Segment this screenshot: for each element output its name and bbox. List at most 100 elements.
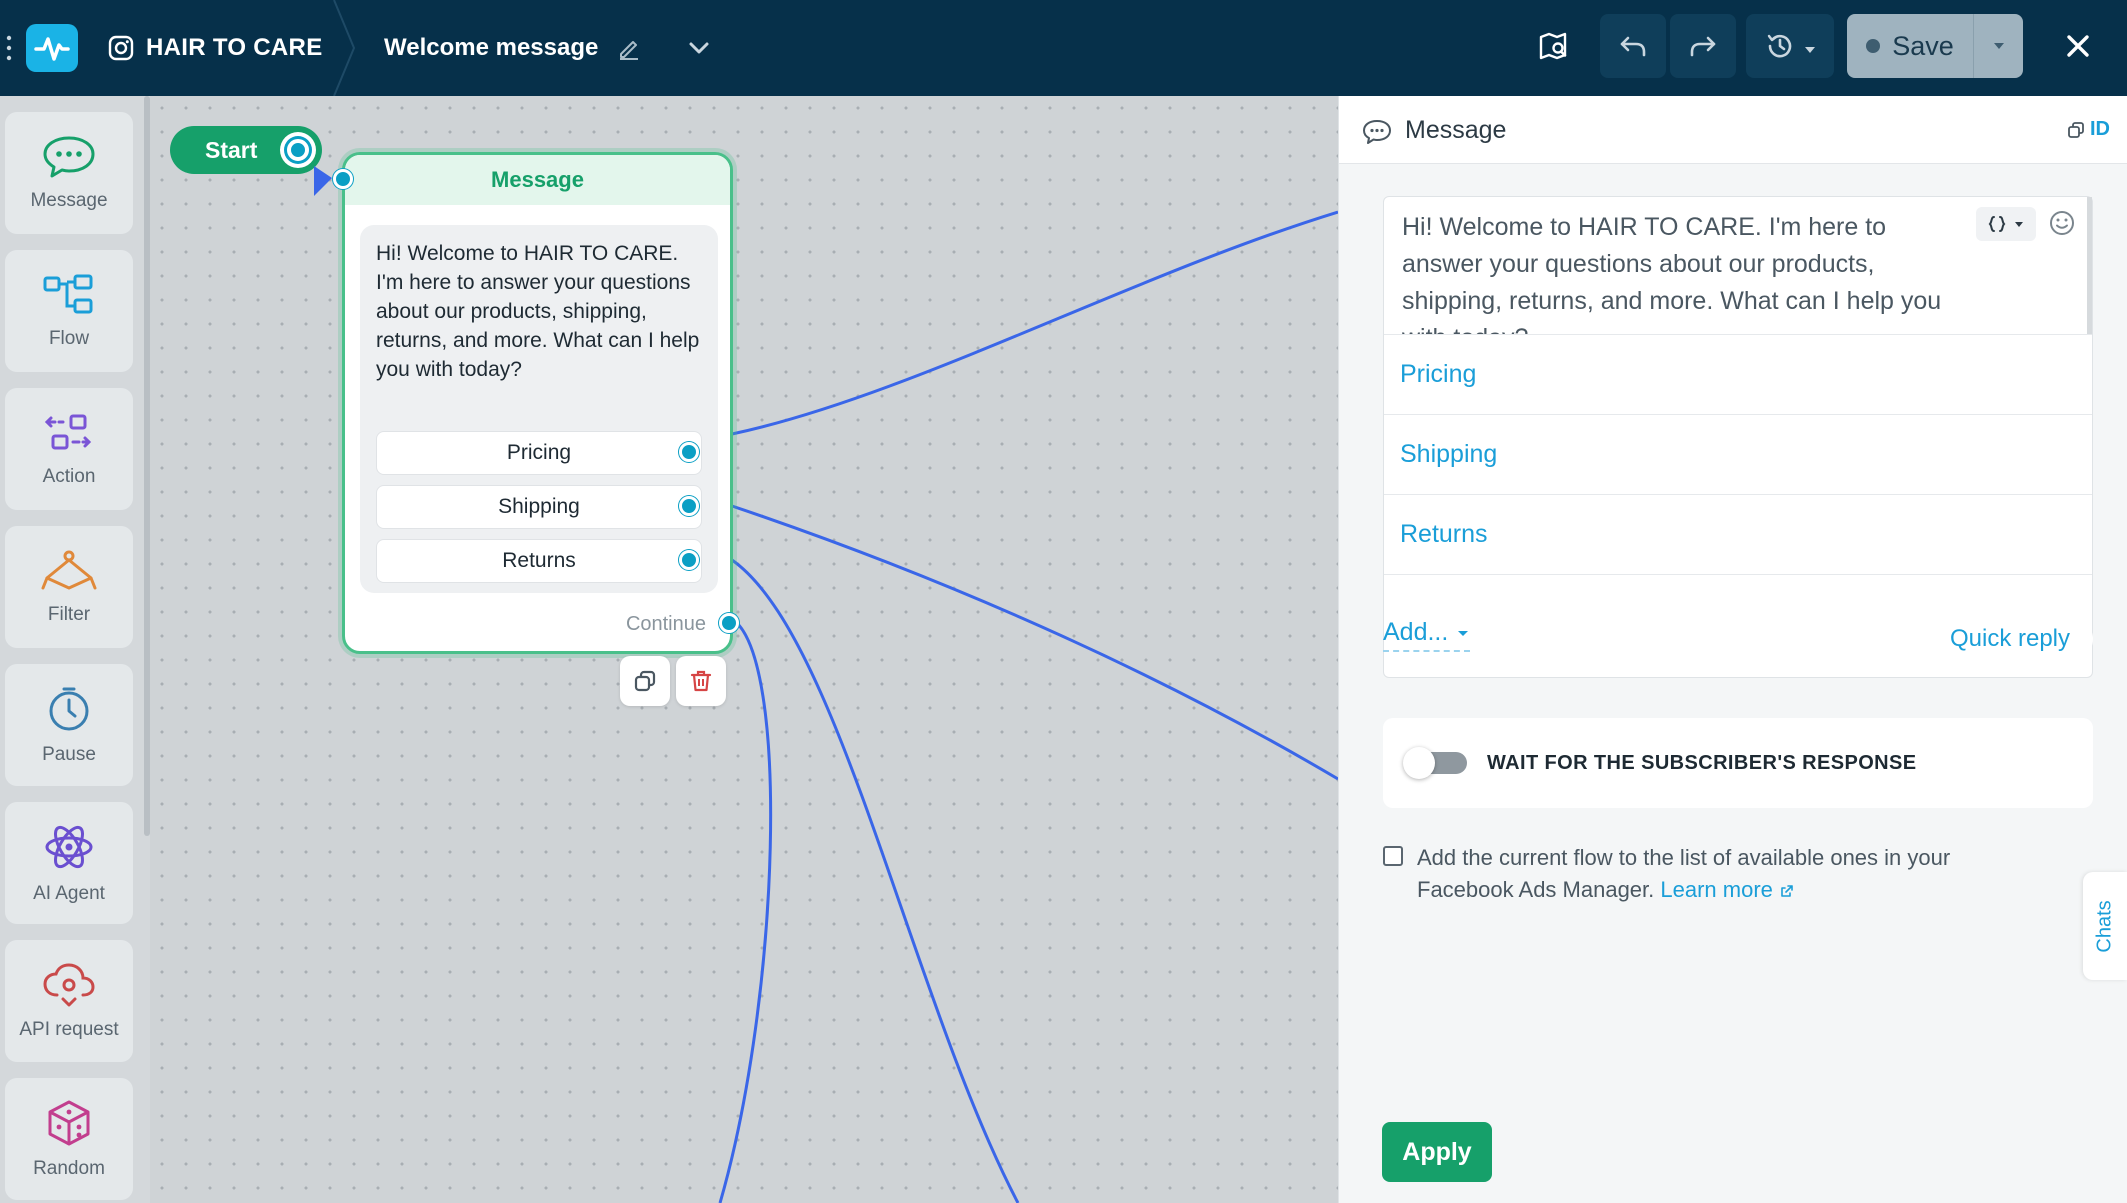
delete-node-button[interactable] [676, 656, 726, 706]
quick-reply-returns[interactable]: Returns [376, 539, 702, 583]
tool-message[interactable]: Message [5, 112, 133, 234]
tool-label: Pause [42, 744, 96, 765]
redo-button[interactable] [1670, 14, 1736, 78]
connector-lines [718, 210, 1338, 1203]
clock-icon [49, 687, 89, 731]
quick-reply-label: Pricing [506, 441, 572, 464]
action-icon [44, 414, 92, 450]
tool-label: Action [42, 466, 96, 487]
quick-reply-pricing[interactable]: Pricing [376, 431, 702, 475]
connector-line [731, 558, 1020, 1203]
connector-line [731, 504, 1338, 781]
duplicate-node-button[interactable] [620, 656, 670, 706]
trash-icon [690, 670, 712, 692]
editor-scrollbar[interactable] [2087, 197, 2092, 334]
filter-icon [41, 550, 97, 590]
undo-icon [1620, 36, 1646, 57]
ai-agent-icon [45, 825, 93, 869]
panel-header: Message ID [1339, 96, 2127, 164]
start-link-arrow [314, 166, 332, 196]
save-options-button[interactable] [1973, 14, 2023, 78]
message-node-body: Hi! Welcome to HAIR TO CARE. I'm here to… [360, 225, 718, 593]
tool-label: Message [30, 190, 108, 211]
facebook-ads-option: Add the current flow to the list of avai… [1383, 842, 2043, 906]
tool-action[interactable]: Action [5, 388, 133, 510]
tool-random[interactable]: Random [5, 1078, 133, 1200]
wait-response-setting: WAIT FOR THE SUBSCRIBER'S RESPONSE [1383, 718, 2093, 808]
caret-down-icon [2015, 222, 2023, 227]
start-output-port[interactable] [280, 132, 316, 168]
copy-icon [2068, 121, 2084, 138]
save-button[interactable]: Save [1847, 14, 1973, 78]
bot-name: HAIR TO CARE [146, 34, 323, 61]
dice-icon [48, 1100, 90, 1146]
quick-reply-port[interactable] [679, 550, 699, 570]
external-link-icon [1781, 885, 1793, 897]
flow-icon [43, 274, 93, 314]
kebab-menu-icon[interactable] [4, 30, 16, 66]
map-search-icon [1539, 32, 1567, 60]
cloud-icon [43, 963, 95, 1007]
undo-button[interactable] [1600, 14, 1666, 78]
copy-id-button[interactable]: ID [2066, 118, 2110, 141]
message-text-area[interactable]: Hi! Welcome to HAIR TO CARE. I'm here to… [1384, 197, 2092, 335]
reply-row-shipping[interactable]: Shipping [1384, 415, 2092, 495]
quick-reply-shipping[interactable]: Shipping [376, 485, 702, 529]
apply-button[interactable]: Apply [1382, 1122, 1492, 1182]
message-input-port[interactable] [333, 169, 353, 189]
learn-more-label: Learn more [1660, 877, 1773, 902]
save-label: Save [1892, 30, 1954, 61]
save-status-dot [1866, 39, 1881, 53]
instagram-icon [108, 35, 134, 61]
message-text: Hi! Welcome to HAIR TO CARE. I'm here to… [1402, 213, 1942, 334]
facebook-ads-checkbox[interactable] [1383, 846, 1403, 866]
edit-pencil-icon[interactable] [616, 35, 642, 61]
history-button[interactable] [1746, 14, 1834, 78]
quick-reply-port[interactable] [679, 496, 699, 516]
insert-variable-button[interactable] [1976, 207, 2036, 241]
connector-line [718, 617, 773, 1203]
emoji-icon[interactable] [2048, 209, 2076, 237]
tool-label: AI Agent [33, 883, 105, 904]
reply-label: Pricing [1400, 360, 1477, 388]
reply-row-pricing[interactable]: Pricing [1384, 335, 2092, 415]
caret-down-icon [1993, 43, 2004, 49]
connector-line [731, 210, 1338, 436]
quick-reply-port[interactable] [679, 442, 699, 462]
wait-response-toggle[interactable] [1403, 747, 1467, 779]
help-map-button[interactable] [1524, 14, 1584, 78]
quick-reply-label: Returns [502, 549, 576, 572]
tool-ai-agent[interactable]: AI Agent [5, 802, 133, 924]
bot-selector[interactable]: HAIR TO CARE [108, 24, 323, 72]
tool-api-request[interactable]: API request [5, 940, 133, 1062]
app-logo-icon[interactable] [26, 24, 78, 72]
id-label: ID [2090, 118, 2110, 140]
node-action-bar [620, 656, 726, 706]
learn-more-link[interactable]: Learn more [1660, 877, 1795, 902]
start-node[interactable]: Start [170, 126, 322, 174]
tool-filter[interactable]: Filter [5, 526, 133, 648]
tool-pause[interactable]: Pause [5, 664, 133, 786]
add-dropdown[interactable]: Add... [1383, 618, 1471, 652]
close-button[interactable] [2054, 14, 2102, 78]
message-node[interactable]: Message Hi! Welcome to HAIR TO CARE. I'm… [333, 152, 739, 654]
breadcrumb-separator [333, 0, 356, 96]
tool-label: Flow [48, 328, 90, 349]
close-icon [2067, 35, 2089, 57]
tool-flow[interactable]: Flow [5, 250, 133, 372]
variable-braces-icon [1988, 216, 2006, 232]
caret-down-icon [1458, 630, 1469, 636]
start-label: Start [205, 136, 258, 163]
chats-side-tab[interactable]: Chats [2083, 872, 2127, 980]
continue-label: Continue [625, 613, 706, 635]
quick-reply-button[interactable]: Quick reply [1927, 616, 2093, 662]
add-label: Add... [1383, 618, 1449, 646]
continue-port[interactable] [719, 613, 739, 633]
flow-canvas[interactable] [150, 96, 1338, 1203]
chevron-down-icon[interactable] [682, 31, 716, 65]
chats-label: Chats [2093, 899, 2116, 953]
reply-row-returns[interactable]: Returns [1384, 495, 2092, 575]
panel-title: Message [1405, 116, 1507, 144]
redo-icon [1690, 36, 1716, 57]
chat-bubble-icon [43, 136, 95, 178]
